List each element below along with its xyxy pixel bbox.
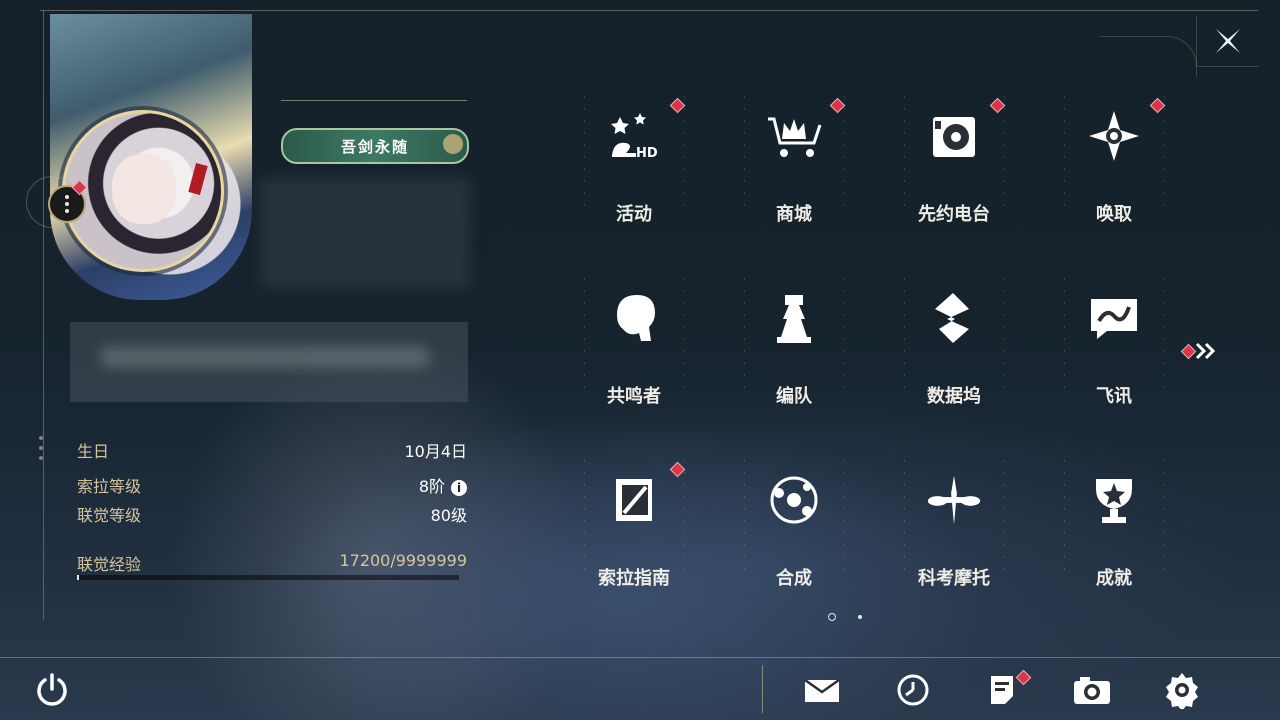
menu-item-resonators[interactable]: 共鸣者 bbox=[554, 260, 714, 430]
alert-dot bbox=[669, 97, 686, 114]
page-indicator bbox=[828, 613, 862, 621]
info-value: 80级 bbox=[430, 506, 467, 525]
mail-icon bbox=[804, 678, 840, 702]
chess-piece-icon bbox=[764, 288, 824, 348]
compass-star-icon bbox=[1084, 106, 1144, 166]
title-badge[interactable]: 吾剑永随 bbox=[281, 128, 469, 164]
blurred-signature-area bbox=[70, 322, 468, 402]
menu-item-label: 飞讯 bbox=[1096, 386, 1132, 407]
info-key: 联觉经验 bbox=[77, 555, 142, 574]
info-key: 联觉等级 bbox=[77, 506, 142, 525]
info-key: 生日 bbox=[77, 442, 110, 461]
next-page-button[interactable] bbox=[1180, 340, 1222, 362]
menu-item-messages[interactable]: 飞讯 bbox=[1034, 260, 1194, 430]
alert-dot bbox=[989, 97, 1006, 114]
blurred-name-area bbox=[260, 178, 470, 288]
panel-left-rule bbox=[43, 10, 44, 620]
menu-item-activity[interactable]: HD 活动 bbox=[554, 78, 714, 248]
camera-button[interactable] bbox=[1072, 670, 1112, 710]
notice-icon bbox=[991, 676, 1013, 704]
menu-item-label: 先约电台 bbox=[918, 204, 990, 225]
menu-item-label: 唤取 bbox=[1096, 204, 1132, 225]
synthesis-icon bbox=[764, 470, 824, 530]
exp-progress-fill bbox=[77, 575, 80, 580]
title-badge-label: 吾剑永随 bbox=[340, 137, 409, 156]
radio-icon bbox=[924, 106, 984, 166]
close-x-icon bbox=[1216, 29, 1240, 53]
exp-value: 17200/9999999 bbox=[339, 551, 467, 570]
trophy-icon bbox=[1084, 470, 1144, 530]
menu-item-label: 数据坞 bbox=[927, 386, 981, 407]
alert-dot bbox=[669, 461, 686, 478]
clock-icon bbox=[897, 674, 929, 706]
settings-gear-icon bbox=[1166, 673, 1198, 709]
camera-icon bbox=[1074, 677, 1110, 704]
menu-item-shop[interactable]: 商城 bbox=[714, 78, 874, 248]
power-button[interactable] bbox=[34, 672, 70, 708]
name-divider bbox=[281, 100, 467, 101]
alert-dot bbox=[1149, 97, 1166, 114]
decorative-dots bbox=[36, 430, 46, 470]
info-birthday: 生日 10月4日 bbox=[77, 438, 467, 462]
menu-item-label: 编队 bbox=[776, 386, 812, 407]
resonator-head-icon bbox=[604, 288, 664, 348]
menu-item-guide[interactable]: 索拉指南 bbox=[554, 442, 714, 612]
info-sola-level: 索拉等级 8阶 i bbox=[77, 473, 467, 497]
settings-button[interactable] bbox=[1162, 670, 1202, 710]
power-icon bbox=[37, 673, 67, 706]
badge-emblem-icon bbox=[443, 134, 463, 154]
mail-button[interactable] bbox=[802, 670, 842, 710]
data-dock-icon bbox=[924, 288, 984, 348]
exp-progress-bar bbox=[77, 575, 459, 580]
menu-item-label: 索拉指南 bbox=[598, 568, 670, 589]
motorbike-icon bbox=[924, 470, 984, 530]
chat-bubble-icon bbox=[1084, 288, 1144, 348]
event-2nd-icon: HD bbox=[604, 106, 664, 166]
svg-text:HD: HD bbox=[636, 146, 658, 161]
corner-decoration bbox=[1100, 36, 1197, 77]
avatar-card[interactable] bbox=[50, 14, 252, 300]
menu-item-label: 成就 bbox=[1096, 568, 1132, 589]
menu-item-data-dock[interactable]: 数据坞 bbox=[874, 260, 1034, 430]
menu-item-summon[interactable]: 唤取 bbox=[1034, 78, 1194, 248]
shop-crown-cart-icon bbox=[764, 106, 824, 166]
menu-item-label: 合成 bbox=[776, 568, 812, 589]
menu-item-team[interactable]: 编队 bbox=[714, 260, 874, 430]
info-value: 10月4日 bbox=[404, 442, 467, 461]
guide-book-icon bbox=[604, 470, 664, 530]
menu-item-label: 活动 bbox=[616, 204, 652, 225]
alert-dot bbox=[829, 97, 846, 114]
info-union-level: 联觉等级 80级 bbox=[77, 502, 467, 526]
close-button[interactable] bbox=[1196, 16, 1259, 67]
menu-item-synthesis[interactable]: 合成 bbox=[714, 442, 874, 612]
menu-item-achievements[interactable]: 成就 bbox=[1034, 442, 1194, 612]
menu-item-label: 科考摩托 bbox=[918, 568, 990, 589]
info-exp: 联觉经验 17200/9999999 bbox=[77, 551, 467, 575]
double-chevron-right-icon bbox=[1195, 342, 1216, 360]
bottom-divider bbox=[0, 657, 1280, 658]
info-icon[interactable]: i bbox=[451, 479, 467, 496]
info-value: 8阶 bbox=[418, 477, 445, 496]
toolbar-separator bbox=[762, 665, 763, 713]
page-dot[interactable] bbox=[858, 615, 862, 619]
notice-button[interactable] bbox=[982, 669, 1032, 710]
menu-item-label: 商城 bbox=[776, 204, 812, 225]
menu-item-label: 共鸣者 bbox=[607, 386, 661, 407]
alert-dot bbox=[1015, 669, 1032, 686]
menu-item-radio[interactable]: 先约电台 bbox=[874, 78, 1034, 248]
avatar-face bbox=[112, 154, 176, 224]
info-key: 索拉等级 bbox=[77, 477, 142, 496]
page-dot-active[interactable] bbox=[828, 613, 836, 621]
history-button[interactable] bbox=[893, 670, 933, 710]
menu-item-motorbike[interactable]: 科考摩托 bbox=[874, 442, 1034, 612]
